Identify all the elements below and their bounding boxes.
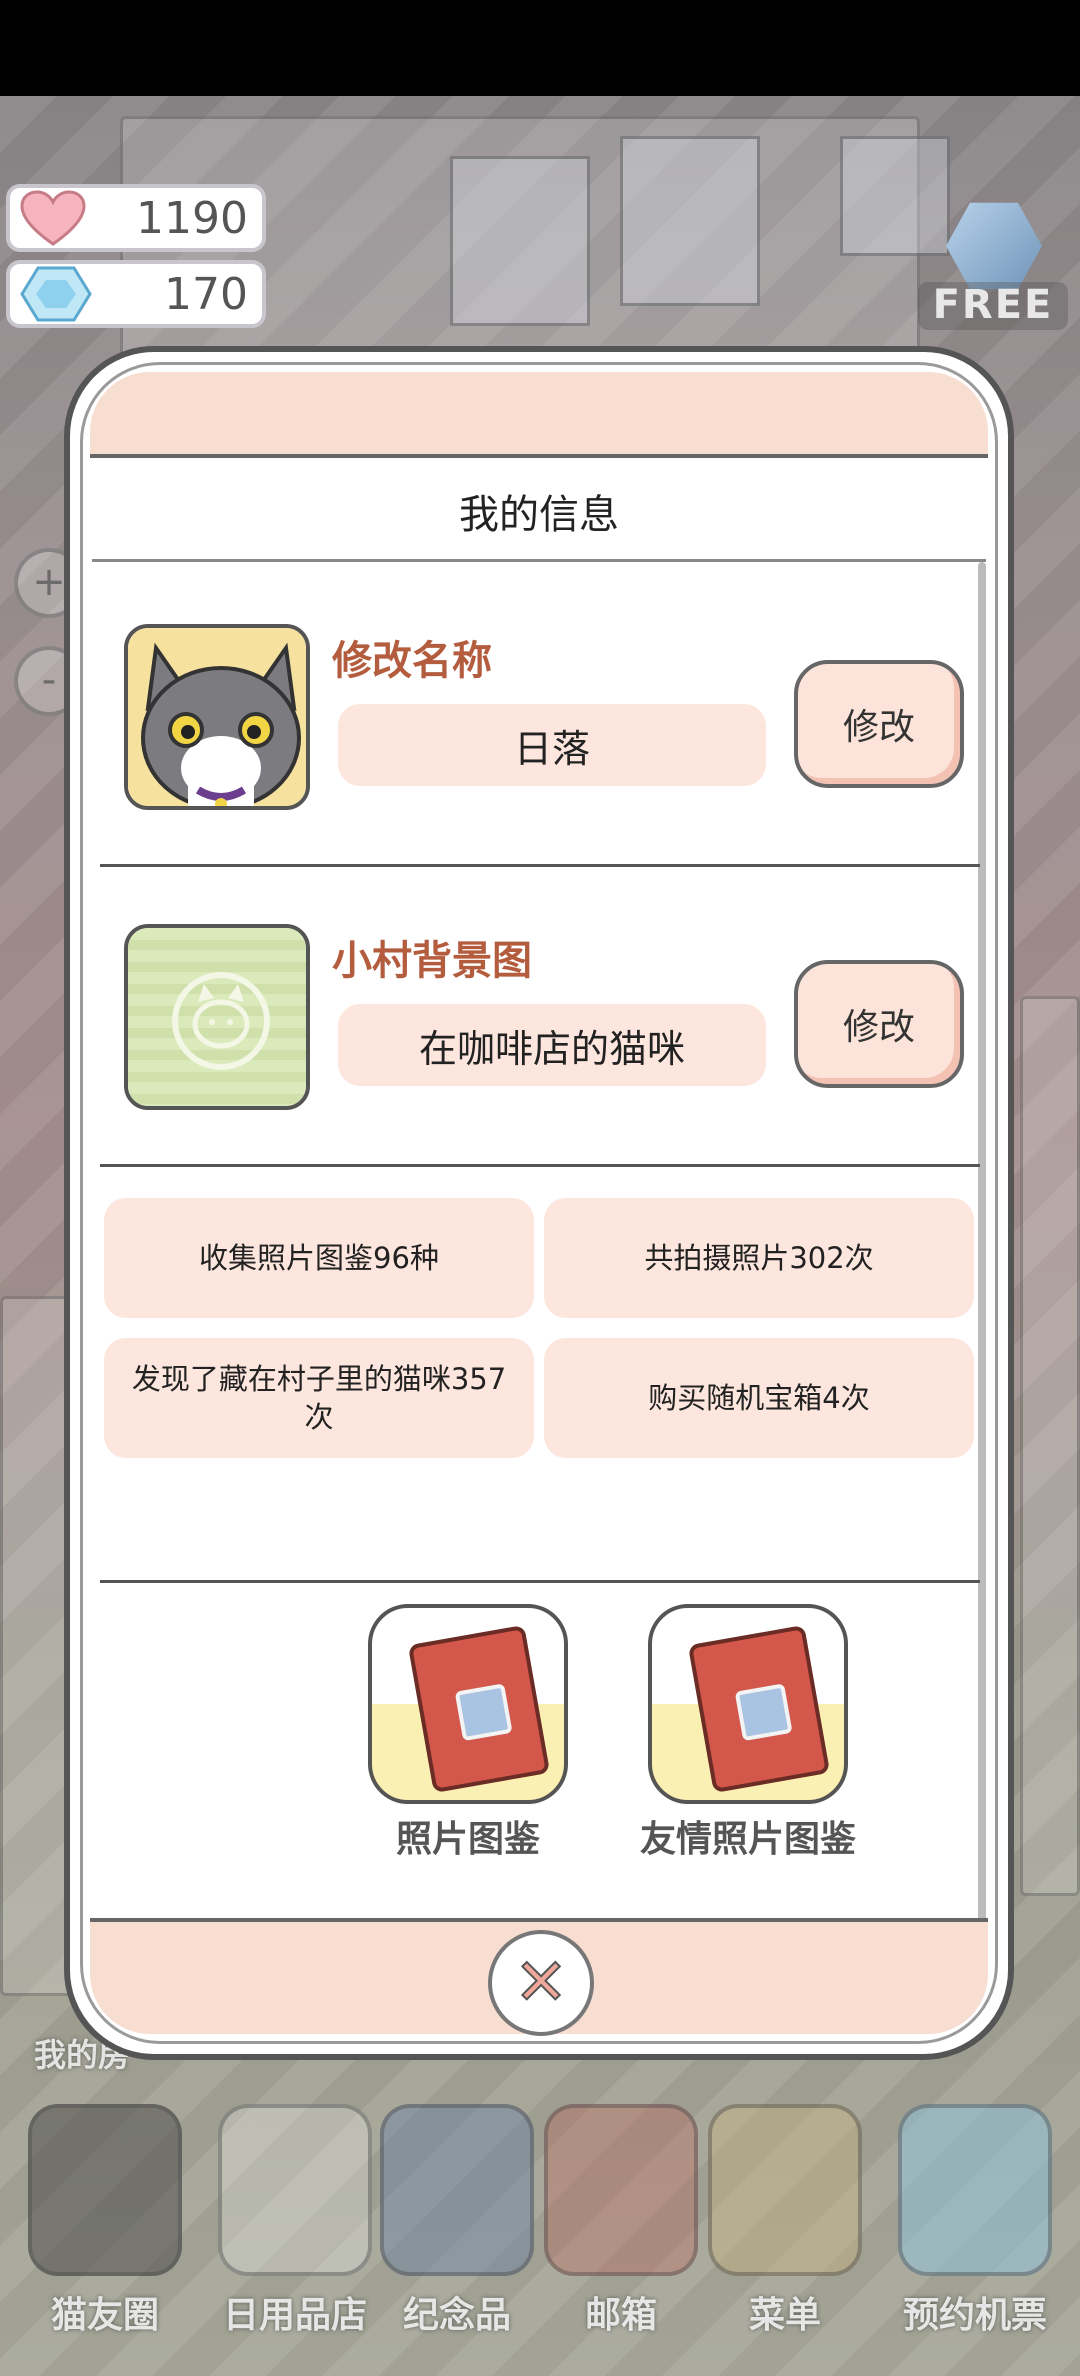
friendship-album-label: 友情照片图鉴 bbox=[639, 1819, 856, 1860]
nav-label: 纪念品 bbox=[402, 2295, 511, 2336]
cat-face-icon bbox=[141, 642, 301, 806]
photo-album-label: 照片图鉴 bbox=[395, 1819, 540, 1860]
name-value: 日落 bbox=[338, 704, 766, 786]
stat-photo-collection: 收集照片图鉴96种 bbox=[104, 1198, 534, 1318]
nav-label: 猫友圈 bbox=[50, 2295, 159, 2336]
nav-label: 菜单 bbox=[748, 2295, 821, 2336]
gems-counter[interactable]: 170 bbox=[6, 260, 266, 328]
name-row: 修改名称 日落 修改 bbox=[100, 568, 980, 866]
friendship-album-button[interactable]: 友情照片图鉴 bbox=[638, 1604, 858, 1862]
free-gem-button[interactable]: FREE bbox=[918, 190, 1068, 340]
dialog-title: 我的信息 bbox=[459, 491, 619, 538]
nav-label: 日用品店 bbox=[222, 2295, 367, 2336]
edit-background-button[interactable]: 修改 bbox=[794, 960, 964, 1088]
cat-camera-icon bbox=[28, 2104, 182, 2276]
row-divider bbox=[100, 1580, 980, 1583]
background-window bbox=[450, 156, 590, 326]
row-divider bbox=[100, 1164, 980, 1167]
bottom-navigation: 猫友圈 日用品店 纪念品 邮箱 菜单 预约机票 bbox=[0, 2094, 1080, 2376]
nav-label: 预约机票 bbox=[902, 2295, 1047, 2336]
free-label: FREE bbox=[918, 282, 1068, 330]
dialog-header-band bbox=[90, 372, 988, 458]
background-building bbox=[1020, 996, 1080, 1896]
name-section-label: 修改名称 bbox=[332, 638, 492, 684]
background-row: 小村背景图 在咖啡店的猫咪 修改 bbox=[100, 868, 980, 1166]
fish-shop-icon bbox=[218, 2104, 372, 2276]
row-divider bbox=[100, 864, 980, 867]
gem-icon bbox=[20, 266, 92, 322]
avatar bbox=[124, 624, 310, 810]
friendship-album-icon bbox=[648, 1604, 848, 1804]
nav-label: 邮箱 bbox=[584, 2295, 657, 2336]
stat-hidden-cats-found: 发现了藏在村子里的猫咪357次 bbox=[104, 1338, 534, 1458]
nav-daily-shop[interactable]: 日用品店 bbox=[210, 2094, 380, 2376]
close-button[interactable]: ✕ bbox=[488, 1930, 594, 2036]
background-window bbox=[620, 136, 760, 306]
stat-random-chests: 购买随机宝箱4次 bbox=[544, 1338, 974, 1458]
heart-icon bbox=[20, 190, 86, 246]
book-icon bbox=[407, 1624, 551, 1794]
village-background-thumbnail bbox=[124, 924, 310, 1110]
edit-name-button[interactable]: 修改 bbox=[794, 660, 964, 788]
airplane-icon bbox=[898, 2104, 1052, 2276]
stat-photos-taken: 共拍摄照片302次 bbox=[544, 1198, 974, 1318]
nav-menu[interactable]: 菜单 bbox=[700, 2094, 870, 2376]
dialog-title-bar: 我的信息 bbox=[92, 462, 986, 562]
my-info-dialog: 我的信息 修改名称 日落 修改 小村背景图 在咖啡店的猫咪 修改 收集照片图鉴9… bbox=[64, 346, 1014, 2060]
nav-book-flight[interactable]: 预约机票 bbox=[890, 2094, 1060, 2376]
nav-souvenirs[interactable]: 纪念品 bbox=[372, 2094, 542, 2376]
nav-mailbox[interactable]: 邮箱 bbox=[536, 2094, 706, 2376]
background-section-label: 小村背景图 bbox=[332, 938, 532, 984]
cat-avatar-image bbox=[128, 628, 306, 806]
mailbox-icon bbox=[544, 2104, 698, 2276]
free-gem-icon bbox=[946, 202, 1042, 290]
nav-cat-friends[interactable]: 猫友圈 bbox=[20, 2094, 190, 2376]
book-icon bbox=[687, 1624, 831, 1794]
cat-badge-icon bbox=[172, 972, 270, 1070]
folder-paw-icon bbox=[708, 2104, 862, 2276]
box-icon bbox=[380, 2104, 534, 2276]
hearts-value: 1190 bbox=[136, 192, 248, 244]
photo-album-button[interactable]: 照片图鉴 bbox=[368, 1604, 568, 1862]
close-icon: ✕ bbox=[513, 1946, 569, 2020]
gems-value: 170 bbox=[164, 268, 248, 320]
dialog-body: 修改名称 日落 修改 小村背景图 在咖啡店的猫咪 修改 收集照片图鉴96种 共拍… bbox=[100, 568, 980, 1888]
village-background-image bbox=[128, 928, 306, 1106]
photo-album-icon bbox=[368, 1604, 568, 1804]
hearts-counter[interactable]: 1190 bbox=[6, 184, 266, 252]
background-value: 在咖啡店的猫咪 bbox=[338, 1004, 766, 1086]
